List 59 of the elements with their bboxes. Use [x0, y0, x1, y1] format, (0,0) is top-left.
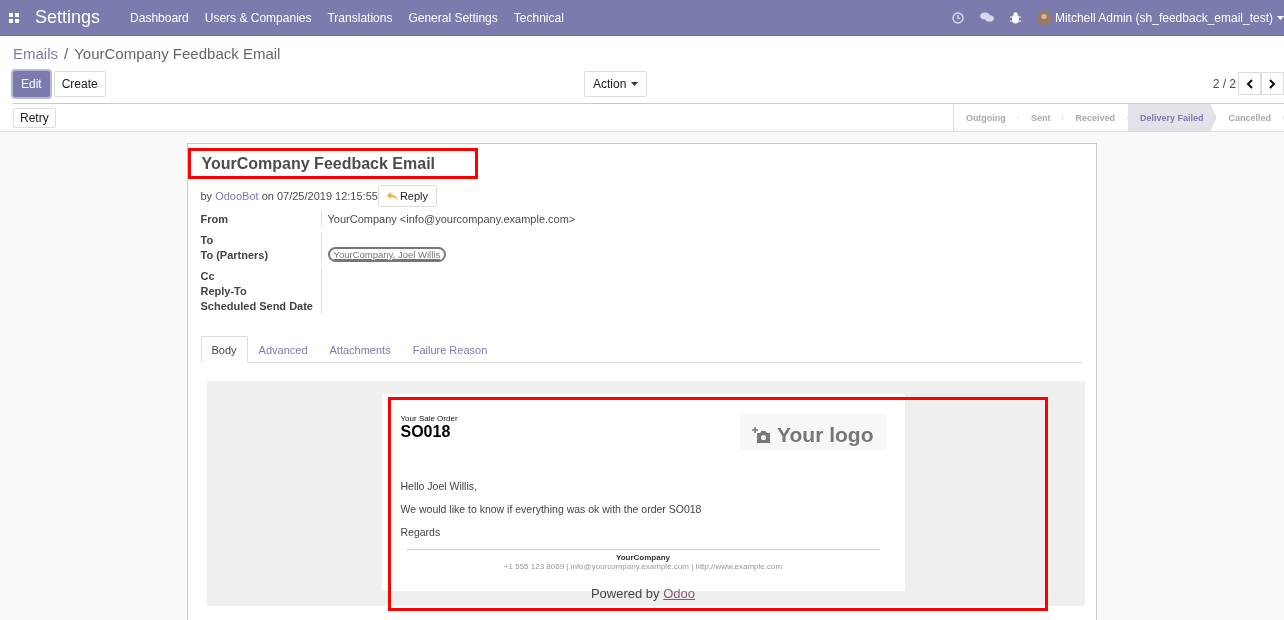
chat-icon[interactable]	[979, 12, 994, 23]
partner-tag[interactable]: YourCompany, Joel Willis	[327, 247, 447, 262]
order-number: SO018	[400, 423, 452, 441]
previous-button[interactable]	[1238, 72, 1261, 95]
field-value: YourCompany <info@yourcompany.example.com>	[327, 212, 576, 225]
status-stage[interactable]: Outgoing	[953, 104, 1019, 131]
retry-button[interactable]: Retry	[13, 107, 56, 128]
author-link[interactable]: OdooBot	[215, 190, 259, 202]
notebook-tab[interactable]: Failure Reason	[401, 336, 499, 363]
field-label: Reply-To	[200, 284, 248, 297]
email-paragraph: Hello Joel Willis,	[400, 480, 478, 492]
edit-button[interactable]: Edit	[13, 70, 50, 97]
field-label: Cc	[200, 269, 216, 282]
email-title: YourCompany Feedback Email	[201, 155, 436, 173]
footer-company: YourCompany	[614, 553, 672, 562]
reply-button[interactable]: Reply	[377, 185, 437, 207]
email-paragraph: Regards	[400, 526, 442, 538]
chevron-left-icon	[1246, 78, 1253, 89]
app-title[interactable]: Settings	[35, 7, 101, 28]
notebook-tab[interactable]: Attachments	[318, 336, 402, 363]
pager-value: 2 / 2	[1212, 76, 1236, 91]
footer-contact: +1 555 123 8069 | info@yourcompany.example.com | http://www.example.com	[502, 562, 784, 571]
menu-item[interactable]: Users & Companies	[204, 10, 312, 25]
breadcrumb-separator: /	[64, 45, 69, 64]
powered-by-text: Powered by Odoo	[589, 586, 697, 601]
odoo-link[interactable]: Odoo	[663, 586, 696, 601]
field-label: To	[200, 233, 215, 246]
menu-item[interactable]: General Settings	[408, 10, 498, 25]
avatar-icon[interactable]	[1036, 10, 1051, 25]
menu-item[interactable]: Technical	[513, 10, 564, 25]
user-menu[interactable]: Mitchell Admin (sh_feedback_email_test)	[1054, 10, 1273, 25]
chevron-right-icon	[1269, 78, 1276, 89]
status-stage[interactable]: Received	[1063, 104, 1128, 131]
email-paragraph: We would like to know if everything was ok with the order SO018	[400, 503, 703, 515]
action-dropdown[interactable]: Action	[584, 70, 648, 97]
reply-arrow-icon	[386, 191, 398, 201]
caret-icon[interactable]	[1277, 15, 1284, 20]
apps-grid-icon[interactable]	[9, 12, 19, 23]
menu-item[interactable]: Dashboard	[130, 10, 189, 25]
breadcrumb-link[interactable]: Emails	[13, 45, 58, 65]
create-button[interactable]: Create	[53, 70, 106, 97]
menu-item[interactable]: Translations	[327, 10, 393, 25]
next-button[interactable]	[1261, 72, 1284, 95]
bug-icon[interactable]	[1009, 11, 1021, 24]
status-stage[interactable]: Sent	[1018, 104, 1064, 131]
notebook-tab[interactable]: Advanced	[247, 336, 319, 363]
clock-icon[interactable]	[951, 11, 964, 24]
status-stage[interactable]: Delivery Failed	[1127, 104, 1217, 131]
camera-icon	[752, 427, 772, 443]
breadcrumb-current: YourCompany Feedback Email	[74, 45, 281, 64]
status-stage[interactable]: Cancelled	[1216, 104, 1284, 131]
field-label: To (Partners)	[200, 248, 270, 261]
order-caption: Your Sale Order	[400, 414, 458, 423]
field-label: Scheduled Send Date	[200, 299, 314, 312]
caret-icon	[631, 81, 639, 86]
notebook-tab[interactable]: Body	[200, 336, 248, 363]
logo-text: Your logo	[777, 423, 874, 447]
author-line: by OdooBot on 07/25/2019 12:15:55	[200, 190, 378, 202]
field-label: From	[200, 212, 229, 225]
